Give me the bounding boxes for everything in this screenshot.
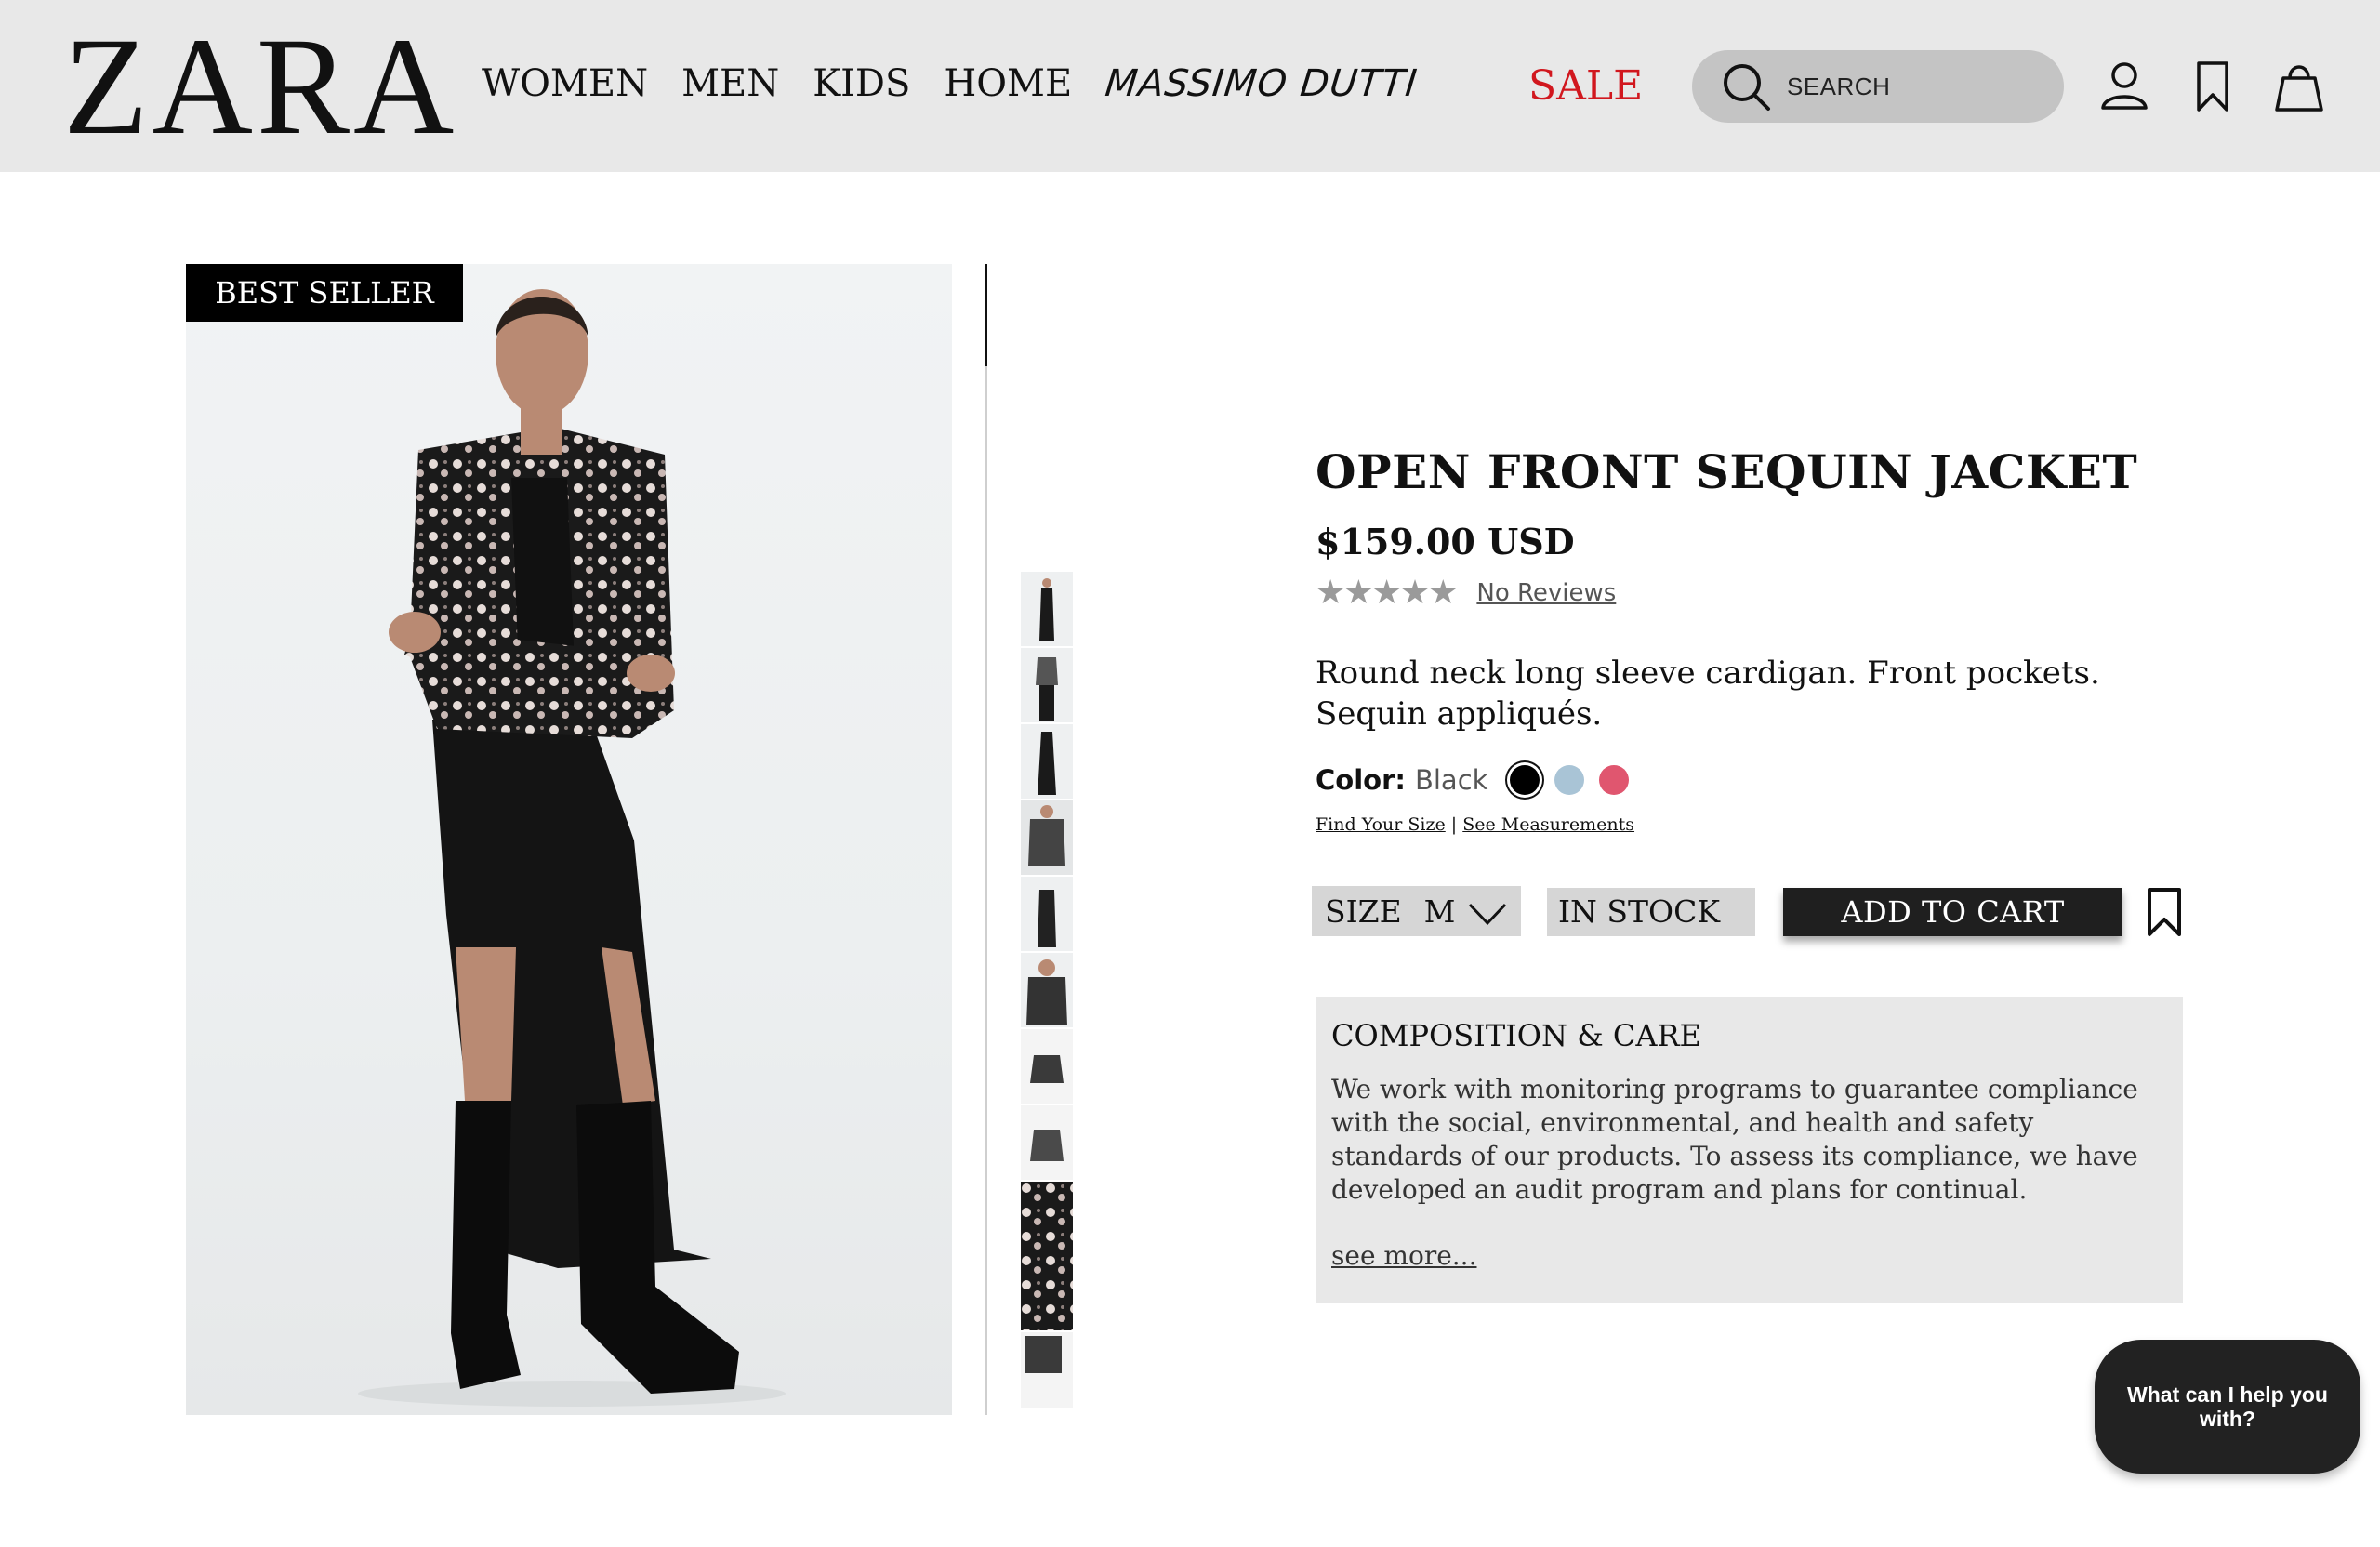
nav-men[interactable]: MEN [681,61,779,106]
product-price: $159.00 USD [1316,521,1575,562]
thumbnail[interactable] [1021,953,1073,1027]
stock-status: IN STOCK [1547,888,1755,936]
product-title: OPEN FRONT SEQUIN JACKET [1316,444,2138,499]
find-your-size-link[interactable]: Find Your Size [1316,814,1446,835]
swatch-light-blue[interactable] [1554,765,1585,795]
gallery-scroll-indicator[interactable] [985,264,987,366]
add-to-cart-button[interactable]: ADD TO CART [1783,888,2122,936]
composition-care-panel: COMPOSITION & CARE We work with monitori… [1316,997,2183,1303]
color-selector: Color: Black [1316,764,1630,796]
link-separator: | [1450,814,1458,835]
thumbnail[interactable] [1021,724,1073,799]
care-text: We work with monitoring programs to guar… [1331,1074,2138,1205]
color-value: Black [1414,764,1488,796]
nav-massimo-dutti[interactable]: MASSIMO DUTTI [1104,61,1421,106]
product-description: Round neck long sleeve cardigan. Front p… [1316,654,2100,733]
size-dropdown[interactable]: SIZE M [1312,886,1521,936]
thumbnail[interactable] [1021,1029,1073,1104]
thumbnail[interactable] [1021,800,1073,875]
search-input[interactable] [1785,71,2045,102]
thumbnail-strip [1021,572,1073,1410]
size-value: M [1423,892,1456,930]
color-label: Color: [1316,764,1406,796]
size-label: SIZE [1325,892,1402,930]
chat-assistant-button[interactable]: What can I help you with? [2095,1340,2360,1474]
account-icon[interactable] [2096,58,2152,113]
zara-logo[interactable]: ZARA [63,17,457,156]
see-measurements-link[interactable]: See Measurements [1462,814,1634,835]
model-photo [358,289,786,1407]
see-more-link[interactable]: see more... [1331,1240,1476,1271]
thumbnail[interactable] [1021,877,1073,951]
thumbnail[interactable] [1021,572,1073,646]
thumbnail[interactable] [1021,1182,1073,1330]
nav-women[interactable]: WOMEN [482,61,648,106]
care-title: COMPOSITION & CARE [1331,1018,1701,1053]
size-links: Find Your Size | See Measurements [1316,814,1634,835]
best-seller-badge: BEST SELLER [186,264,463,322]
bookmark-icon[interactable] [2185,58,2241,113]
thumbnail[interactable] [1021,1332,1073,1408]
site-header: ZARA WOMEN MEN KIDS HOME MASSIMO DUTTI S… [0,0,2380,172]
thumbnail[interactable] [1021,648,1073,722]
nav-kids[interactable]: KIDS [813,61,910,106]
sale-link[interactable]: SALE [1528,63,1643,110]
swatch-pink[interactable] [1599,765,1630,795]
product-main-image[interactable] [186,264,952,1415]
nav-home[interactable]: HOME [944,61,1072,106]
chevron-down-icon [1468,903,1507,926]
thumbnail[interactable] [1021,1105,1073,1180]
shopping-bag-icon[interactable] [2271,58,2327,113]
gallery-scroll-track[interactable] [985,264,987,1415]
search-bar[interactable] [1692,50,2064,123]
save-bookmark-icon[interactable] [2146,887,2183,937]
chat-label: What can I help you with? [2127,1382,2328,1431]
swatch-black[interactable] [1510,765,1540,795]
rating-row: ★★★★★ No Reviews [1316,574,1616,612]
reviews-link[interactable]: No Reviews [1476,579,1616,607]
star-rating-icon: ★★★★★ [1316,574,1458,612]
main-nav: WOMEN MEN KIDS HOME MASSIMO DUTTI [482,61,1451,106]
search-icon [1724,64,1770,111]
